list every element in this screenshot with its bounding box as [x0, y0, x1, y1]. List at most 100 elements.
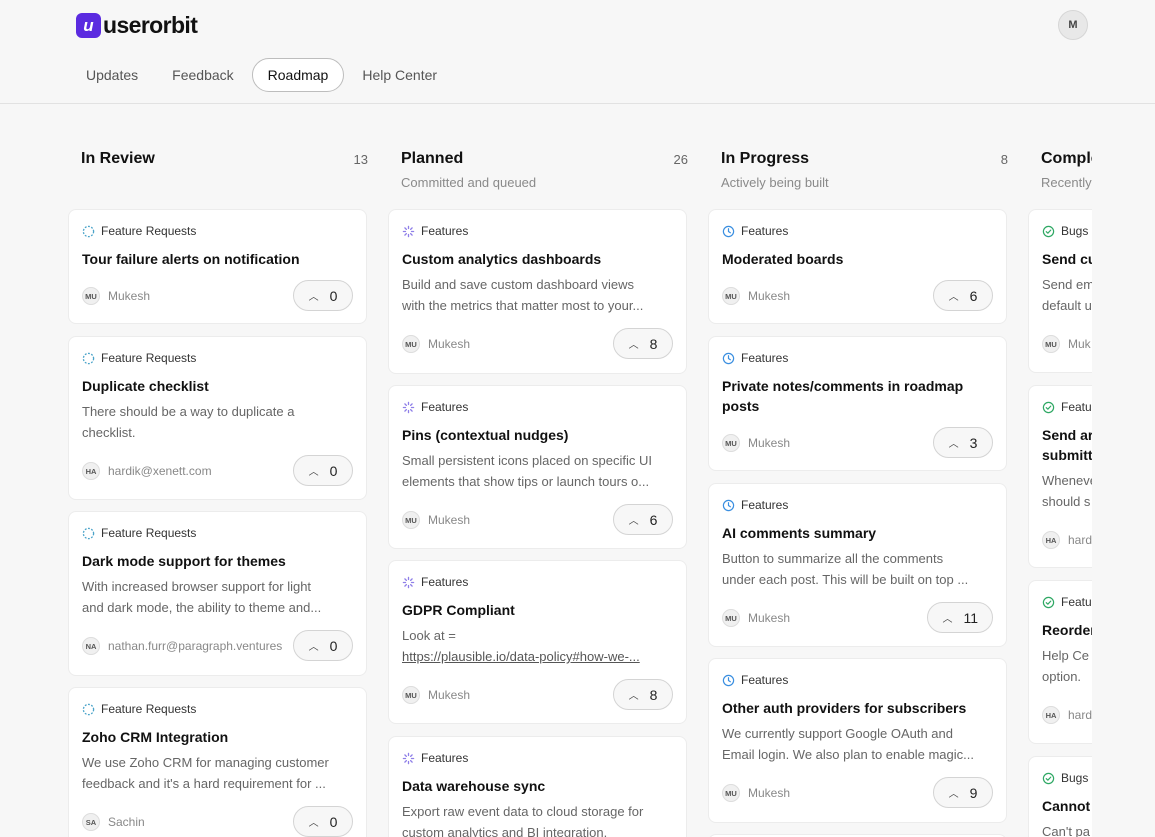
description-line: elements that show tips or launch tours …	[402, 474, 650, 489]
card-author: MU Mukesh	[722, 784, 790, 802]
upvote-button[interactable]: ︿ 6	[933, 280, 993, 311]
roadmap-card[interactable]: Featu Reorder Help Ce option. HA hard	[1028, 580, 1092, 744]
upvote-button[interactable]: ︿ 9	[933, 777, 993, 808]
column-count: 8	[1000, 152, 1008, 167]
card-description: We currently support Google OAuth and Ema…	[722, 723, 993, 765]
description-line: There should be a way to duplicate a	[82, 404, 295, 419]
main-nav: Updates Feedback Roadmap Help Center	[70, 58, 455, 92]
card-title: GDPR Compliant	[402, 602, 515, 618]
card-title: Dark mode support for themes	[82, 553, 286, 569]
description-line: Wheneve	[1042, 473, 1092, 488]
description-line: We use Zoho CRM for managing customer	[82, 755, 329, 770]
column-in-progress: In Progress 8 Actively being built Featu…	[708, 104, 1008, 837]
category-label: Features	[421, 751, 469, 765]
chevron-up-icon: ︿	[948, 292, 959, 303]
chevron-up-icon: ︿	[942, 614, 953, 625]
category-label: Featu	[1061, 595, 1092, 609]
column-header: Planned 26 Committed and queued	[388, 104, 688, 208]
card-author: HA hard	[1042, 706, 1092, 724]
category-label: Feature Requests	[101, 351, 197, 365]
vote-count: 3	[969, 434, 978, 451]
upvote-button[interactable]: ︿ 8	[613, 328, 673, 359]
clock-icon	[722, 352, 735, 364]
roadmap-card[interactable]: Feature Requests Dark mode support for t…	[68, 511, 367, 676]
nav-updates[interactable]: Updates	[70, 58, 154, 92]
upvote-button[interactable]: ︿ 6	[613, 504, 673, 535]
roadmap-card[interactable]: Features Data warehouse sync Export raw …	[388, 736, 687, 837]
description-link[interactable]: https://plausible.io/data-policy#how-we-…	[402, 646, 673, 667]
roadmap-card[interactable]: Featu Send ar submitt Wheneve should s HA…	[1028, 385, 1092, 568]
nav-roadmap[interactable]: Roadmap	[251, 58, 345, 92]
description-line: Build and save custom dashboard views	[402, 277, 634, 292]
chevron-up-icon: ︿	[308, 642, 319, 653]
card-category: Featu	[1042, 400, 1092, 414]
roadmap-card[interactable]: Features Private notes/comments in roadm…	[708, 336, 1007, 471]
roadmap-card[interactable]: Features GDPR Compliant Look at = https:/…	[388, 560, 687, 724]
author-avatar: MU	[402, 335, 420, 353]
author-avatar: MU	[402, 511, 420, 529]
upvote-button[interactable]: ︿ 0	[293, 455, 353, 486]
author-avatar: SA	[82, 813, 100, 831]
chevron-up-icon: ︿	[308, 292, 319, 303]
in-review-status-icon	[82, 225, 95, 237]
logo-text: userorbit	[103, 12, 198, 38]
author-name: Sachin	[108, 815, 145, 829]
column-subtitle: Recently	[1041, 175, 1092, 190]
category-label: Featu	[1061, 400, 1092, 414]
roadmap-card[interactable]: Features Moderated boards MU Mukesh ︿ 6	[708, 209, 1007, 324]
user-avatar[interactable]: M	[1058, 10, 1088, 40]
userorbit-logo[interactable]: u userorbit	[76, 12, 198, 39]
category-label: Features	[421, 400, 469, 414]
card-title: Cannot	[1042, 798, 1091, 814]
clock-icon	[722, 225, 735, 237]
card-description: Export raw event data to cloud storage f…	[402, 801, 673, 837]
in-review-status-icon	[82, 352, 95, 364]
card-title: Pins (contextual nudges)	[402, 427, 569, 443]
card-category: Bugs	[1042, 224, 1088, 238]
roadmap-card[interactable]: Features Custom analytics dashboards Bui…	[388, 209, 687, 374]
planned-status-icon	[402, 752, 415, 764]
card-title: Moderated boards	[722, 251, 844, 267]
roadmap-board: In Review 13 Feature Requests Tour failu…	[0, 104, 1092, 837]
author-name: Mukesh	[748, 289, 791, 303]
vote-count: 0	[329, 462, 338, 479]
upvote-button[interactable]: ︿ 11	[927, 602, 993, 633]
vote-count: 0	[329, 287, 338, 304]
vote-count: 6	[649, 511, 658, 528]
category-label: Bugs	[1061, 224, 1089, 238]
upvote-button[interactable]: ︿ 0	[293, 630, 353, 661]
upvote-button[interactable]: ︿ 0	[293, 280, 353, 311]
column-title: Comple	[1041, 150, 1092, 167]
nav-feedback[interactable]: Feedback	[156, 58, 249, 92]
card-title: Custom analytics dashboards	[402, 251, 602, 267]
roadmap-card[interactable]: Features Other auth providers for subscr…	[708, 658, 1007, 823]
vote-count: 0	[329, 813, 338, 830]
vote-count: 6	[969, 287, 978, 304]
nav-help-center[interactable]: Help Center	[346, 58, 453, 92]
roadmap-card[interactable]: Bugs Cannot Can't pa	[1028, 756, 1092, 837]
category-label: Features	[421, 224, 469, 238]
card-author: MU Muk	[1042, 335, 1091, 353]
roadmap-card[interactable]: Feature Requests Duplicate checklist The…	[68, 336, 367, 500]
column-completed: Comple Recently Bugs Send cu Send em defa…	[1028, 104, 1092, 837]
roadmap-card[interactable]: Feature Requests Zoho CRM Integration We…	[68, 687, 367, 837]
in-review-status-icon	[82, 527, 95, 539]
roadmap-card[interactable]: Bugs Send cu Send em default u MU Muk	[1028, 209, 1092, 373]
card-author: MU Mukesh	[722, 609, 790, 627]
roadmap-card[interactable]: Feature Requests Tour failure alerts on …	[68, 209, 367, 324]
vote-count: 8	[649, 686, 658, 703]
upvote-button[interactable]: ︿ 0	[293, 806, 353, 837]
upvote-button[interactable]: ︿ 3	[933, 427, 993, 458]
vote-count: 9	[969, 784, 978, 801]
author-name: Mukesh	[108, 289, 151, 303]
column-title: In Review	[81, 150, 155, 167]
upvote-button[interactable]: ︿ 8	[613, 679, 673, 710]
card-category: Feature Requests	[82, 224, 196, 238]
card-author: MU Mukesh	[82, 287, 150, 305]
card-description: With increased browser support for light…	[82, 576, 353, 618]
roadmap-card[interactable]: Features Pins (contextual nudges) Small …	[388, 385, 687, 549]
card-category: Feature Requests	[82, 702, 196, 716]
roadmap-card[interactable]: Features AI comments summary Button to s…	[708, 483, 1007, 647]
author-avatar: HA	[1042, 706, 1060, 724]
author-name: Mukesh	[748, 786, 791, 800]
